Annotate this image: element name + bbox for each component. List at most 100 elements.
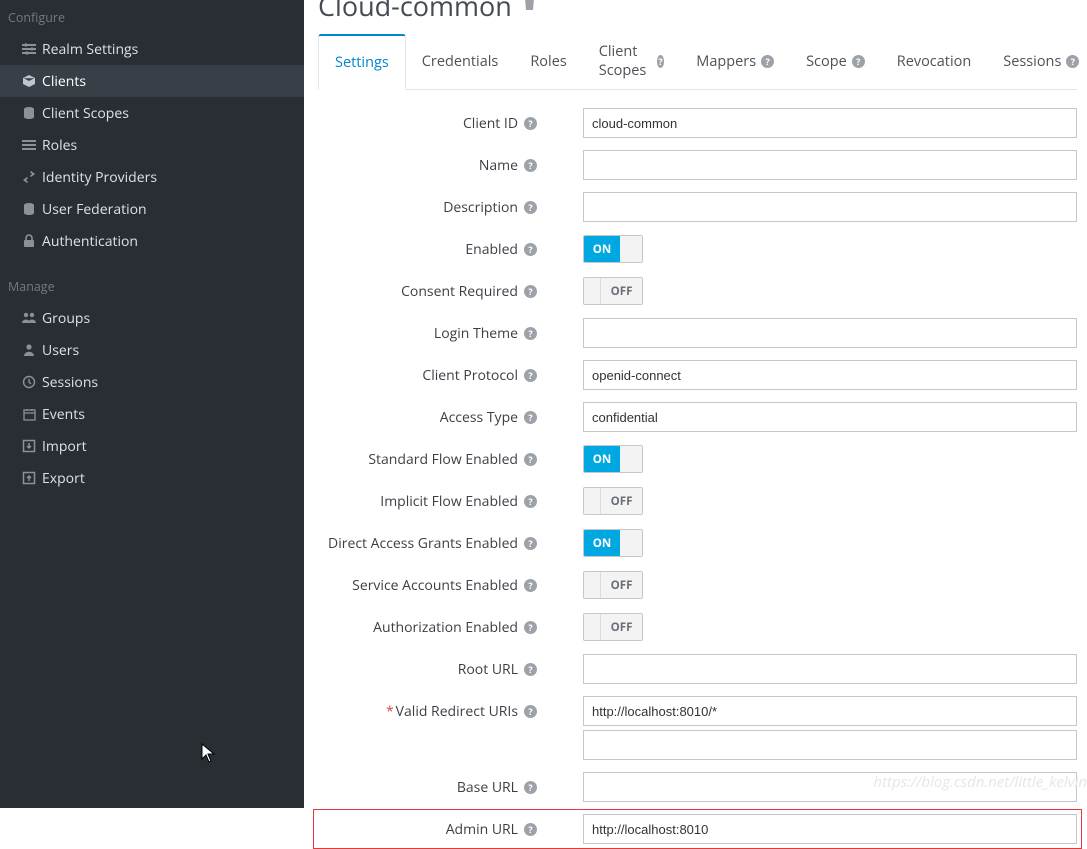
- sidebar-item-groups[interactable]: Groups: [0, 302, 304, 334]
- direct-grants-toggle[interactable]: ON: [583, 529, 643, 557]
- page-title: Cloud-common: [318, 0, 512, 24]
- sidebar-item-label: Events: [42, 405, 85, 424]
- root-url-input[interactable]: [583, 654, 1077, 684]
- help-icon[interactable]: ?: [524, 579, 537, 592]
- cube-icon: [16, 74, 42, 88]
- sidebar-item-import[interactable]: Import: [0, 430, 304, 462]
- toggle-off-label: OFF: [600, 278, 642, 304]
- redirect-uri-input[interactable]: [583, 696, 1077, 726]
- tab-roles[interactable]: Roles: [514, 34, 582, 89]
- sidebar-item-authentication[interactable]: Authentication: [0, 225, 304, 257]
- label-consent-required: Consent Required: [401, 282, 518, 301]
- admin-url-highlight: Admin URL?: [313, 809, 1082, 849]
- help-icon[interactable]: ?: [657, 55, 665, 68]
- label-implicit-flow: Implicit Flow Enabled: [380, 492, 518, 511]
- tab-label: Revocation: [897, 52, 972, 71]
- consent-required-toggle[interactable]: OFF: [583, 277, 643, 305]
- database-icon: [16, 202, 42, 216]
- toggle-on-label: ON: [584, 530, 620, 556]
- help-icon[interactable]: ?: [524, 537, 537, 550]
- toggle-on-label: ON: [584, 236, 620, 262]
- help-icon[interactable]: ?: [524, 621, 537, 634]
- label-redirect-uris: Valid Redirect URIs: [396, 702, 518, 721]
- sidebar-section-manage-title: Manage: [0, 269, 304, 302]
- service-accounts-toggle[interactable]: OFF: [583, 571, 643, 599]
- sidebar-item-label: Authentication: [42, 232, 138, 251]
- tab-settings[interactable]: Settings: [318, 34, 406, 90]
- access-type-select[interactable]: [583, 402, 1077, 432]
- sidebar-item-sessions[interactable]: Sessions: [0, 366, 304, 398]
- client-protocol-select[interactable]: [583, 360, 1077, 390]
- toggle-off-label: OFF: [600, 614, 642, 640]
- tab-credentials[interactable]: Credentials: [406, 34, 515, 89]
- redirect-uri-add-input[interactable]: [583, 730, 1077, 760]
- admin-url-input[interactable]: [583, 814, 1077, 844]
- sidebar-item-realm-settings[interactable]: Realm Settings: [0, 33, 304, 65]
- tab-label: Client Scopes: [599, 42, 652, 80]
- sidebar-item-events[interactable]: Events: [0, 398, 304, 430]
- sidebar-item-label: Groups: [42, 309, 90, 328]
- enabled-toggle[interactable]: ON: [583, 235, 643, 263]
- sidebar-item-label: Import: [42, 437, 87, 456]
- help-icon[interactable]: ?: [524, 663, 537, 676]
- toggle-handle: [620, 530, 642, 556]
- help-icon[interactable]: ?: [524, 369, 537, 382]
- user-icon: [16, 343, 42, 357]
- sidebar-item-users[interactable]: Users: [0, 334, 304, 366]
- tab-sessions[interactable]: Sessions?: [987, 34, 1087, 89]
- description-input[interactable]: [583, 192, 1077, 222]
- watermark: https://blog.csdn.net/little_kelvin: [873, 772, 1087, 792]
- help-icon[interactable]: ?: [1066, 55, 1079, 68]
- sidebar-item-export[interactable]: Export: [0, 462, 304, 494]
- tabs: Settings Credentials Roles Client Scopes…: [318, 34, 1077, 90]
- client-id-input[interactable]: [583, 108, 1077, 138]
- login-theme-select[interactable]: [583, 318, 1077, 348]
- sidebar-item-clients[interactable]: Clients: [0, 65, 304, 97]
- help-icon[interactable]: ?: [524, 327, 537, 340]
- users-icon: [16, 311, 42, 325]
- label-client-id: Client ID: [463, 114, 518, 133]
- calendar-icon: [16, 408, 42, 421]
- help-icon[interactable]: ?: [761, 55, 774, 68]
- tab-revocation[interactable]: Revocation: [881, 34, 988, 89]
- help-icon[interactable]: ?: [524, 781, 537, 794]
- sidebar-item-label: Realm Settings: [42, 40, 138, 59]
- tab-scope[interactable]: Scope?: [790, 34, 881, 89]
- help-icon[interactable]: ?: [524, 823, 537, 836]
- help-icon[interactable]: ?: [524, 117, 537, 130]
- tab-mappers[interactable]: Mappers?: [680, 34, 790, 89]
- help-icon[interactable]: ?: [524, 159, 537, 172]
- sidebar-item-user-federation[interactable]: User Federation: [0, 193, 304, 225]
- help-icon[interactable]: ?: [524, 285, 537, 298]
- tab-client-scopes[interactable]: Client Scopes?: [583, 34, 681, 89]
- help-icon[interactable]: ?: [524, 201, 537, 214]
- implicit-flow-toggle[interactable]: OFF: [583, 487, 643, 515]
- name-input[interactable]: [583, 150, 1077, 180]
- label-standard-flow: Standard Flow Enabled: [368, 450, 518, 469]
- sidebar-item-label: Export: [42, 469, 85, 488]
- standard-flow-toggle[interactable]: ON: [583, 445, 643, 473]
- tab-label: Scope: [806, 52, 847, 71]
- help-icon[interactable]: ?: [524, 495, 537, 508]
- trash-icon[interactable]: [522, 0, 537, 17]
- label-base-url: Base URL: [457, 778, 518, 797]
- authorization-toggle[interactable]: OFF: [583, 613, 643, 641]
- toggle-handle: [620, 236, 642, 262]
- help-icon[interactable]: ?: [524, 411, 537, 424]
- help-icon[interactable]: ?: [524, 243, 537, 256]
- toggle-on-label: ON: [584, 446, 620, 472]
- toggle-handle: [620, 446, 642, 472]
- sidebar-item-client-scopes[interactable]: Client Scopes: [0, 97, 304, 129]
- sidebar-item-label: Client Scopes: [42, 104, 129, 123]
- label-authorization: Authorization Enabled: [373, 618, 518, 637]
- sidebar-item-identity-providers[interactable]: Identity Providers: [0, 161, 304, 193]
- help-icon[interactable]: ?: [524, 705, 537, 718]
- help-icon[interactable]: ?: [852, 55, 865, 68]
- label-access-type: Access Type: [440, 408, 518, 427]
- help-icon[interactable]: ?: [524, 453, 537, 466]
- sidebar-item-roles[interactable]: Roles: [0, 129, 304, 161]
- label-name: Name: [479, 156, 518, 175]
- tab-label: Settings: [335, 53, 389, 72]
- form-settings: Client ID? Name? Description? Enabled?ON…: [318, 108, 1077, 849]
- sidebar-item-label: User Federation: [42, 200, 147, 219]
